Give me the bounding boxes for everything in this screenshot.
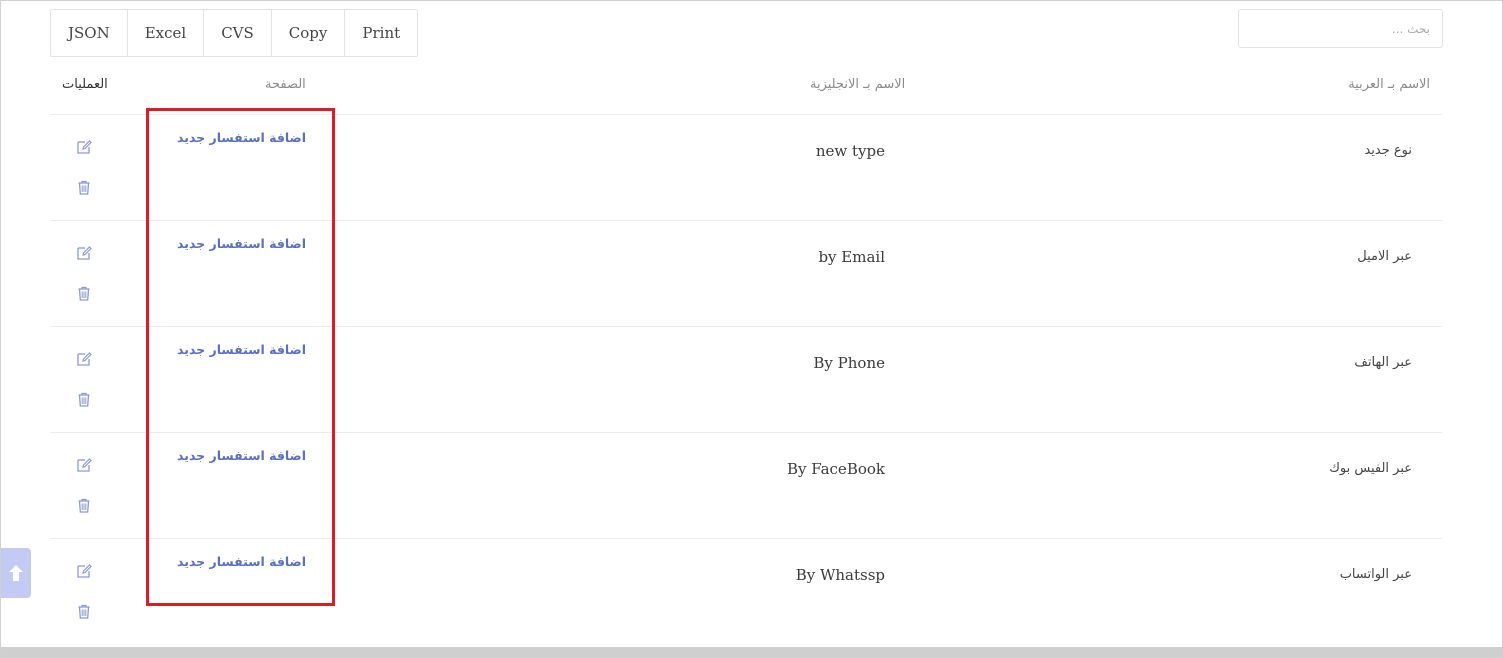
excel-export-button[interactable]: Excel — [127, 10, 205, 56]
cell-name-ar: نوع جديد — [1364, 143, 1412, 158]
trash-icon[interactable] — [76, 391, 92, 407]
edit-icon[interactable] — [76, 139, 92, 155]
print-button[interactable]: Print — [345, 10, 418, 56]
cell-name-ar: عبر الاميل — [1357, 249, 1412, 264]
edit-icon[interactable] — [76, 457, 92, 473]
cell-name-en: By Phone — [813, 354, 885, 372]
bottom-scrollbar[interactable] — [1, 647, 1503, 657]
trash-icon[interactable] — [76, 497, 92, 513]
table-row: اضافة استفسار جديد By Whatssp عبر الواتساب — [50, 539, 1442, 645]
table-row: اضافة استفسار جديد by Email عبر الاميل — [50, 221, 1442, 327]
trash-icon[interactable] — [76, 285, 92, 301]
table-row: اضافة استفسار جديد new type نوع جديد — [50, 115, 1442, 221]
cell-name-ar: عبر الواتساب — [1339, 567, 1412, 582]
json-export-button[interactable]: JSON — [51, 10, 128, 56]
edit-icon[interactable] — [76, 563, 92, 579]
cell-name-en: by Email — [818, 248, 885, 266]
search-input[interactable] — [1238, 9, 1443, 48]
page-frame: JSON Excel CVS Copy Print العمليات الصفح… — [0, 0, 1503, 658]
export-toolbar: JSON Excel CVS Copy Print — [50, 9, 419, 57]
trash-icon[interactable] — [76, 179, 92, 195]
cell-name-en: new type — [815, 142, 885, 160]
cell-name-en: By FaceBook — [786, 460, 885, 478]
data-table: العمليات الصفحة الاسم بـ الانجليزية الاس… — [50, 61, 1442, 645]
page-link[interactable]: اضافة استفسار جديد — [177, 448, 306, 463]
edit-icon[interactable] — [76, 351, 92, 367]
csv-export-button[interactable]: CVS — [204, 10, 272, 56]
column-header-name-ar[interactable]: الاسم بـ العربية — [1348, 77, 1430, 92]
edit-icon[interactable] — [76, 245, 92, 261]
column-header-name-en[interactable]: الاسم بـ الانجليزية — [810, 77, 905, 92]
trash-icon[interactable] — [76, 603, 92, 619]
table-row: اضافة استفسار جديد By FaceBook عبر الفيس ب… — [50, 433, 1442, 539]
page-link[interactable]: اضافة استفسار جديد — [177, 342, 306, 357]
table-row: اضافة استفسار جديد By Phone عبر الهاتف — [50, 327, 1442, 433]
cell-name-en: By Whatssp — [795, 566, 885, 584]
scroll-top-button[interactable] — [1, 548, 31, 598]
column-header-page[interactable]: الصفحة — [265, 77, 306, 92]
copy-button[interactable]: Copy — [271, 10, 346, 56]
arrow-up-icon — [9, 565, 23, 581]
table-header: العمليات الصفحة الاسم بـ الانجليزية الاس… — [50, 61, 1442, 115]
table-body: اضافة استفسار جديد new type نوع جديد اضافة … — [50, 115, 1442, 645]
column-header-operations[interactable]: العمليات — [62, 77, 108, 92]
page-link[interactable]: اضافة استفسار جديد — [177, 236, 306, 251]
page-link[interactable]: اضافة استفسار جديد — [177, 130, 306, 145]
cell-name-ar: عبر الهاتف — [1354, 355, 1412, 370]
cell-name-ar: عبر الفيس بوك — [1329, 461, 1412, 476]
page-link[interactable]: اضافة استفسار جديد — [177, 554, 306, 569]
